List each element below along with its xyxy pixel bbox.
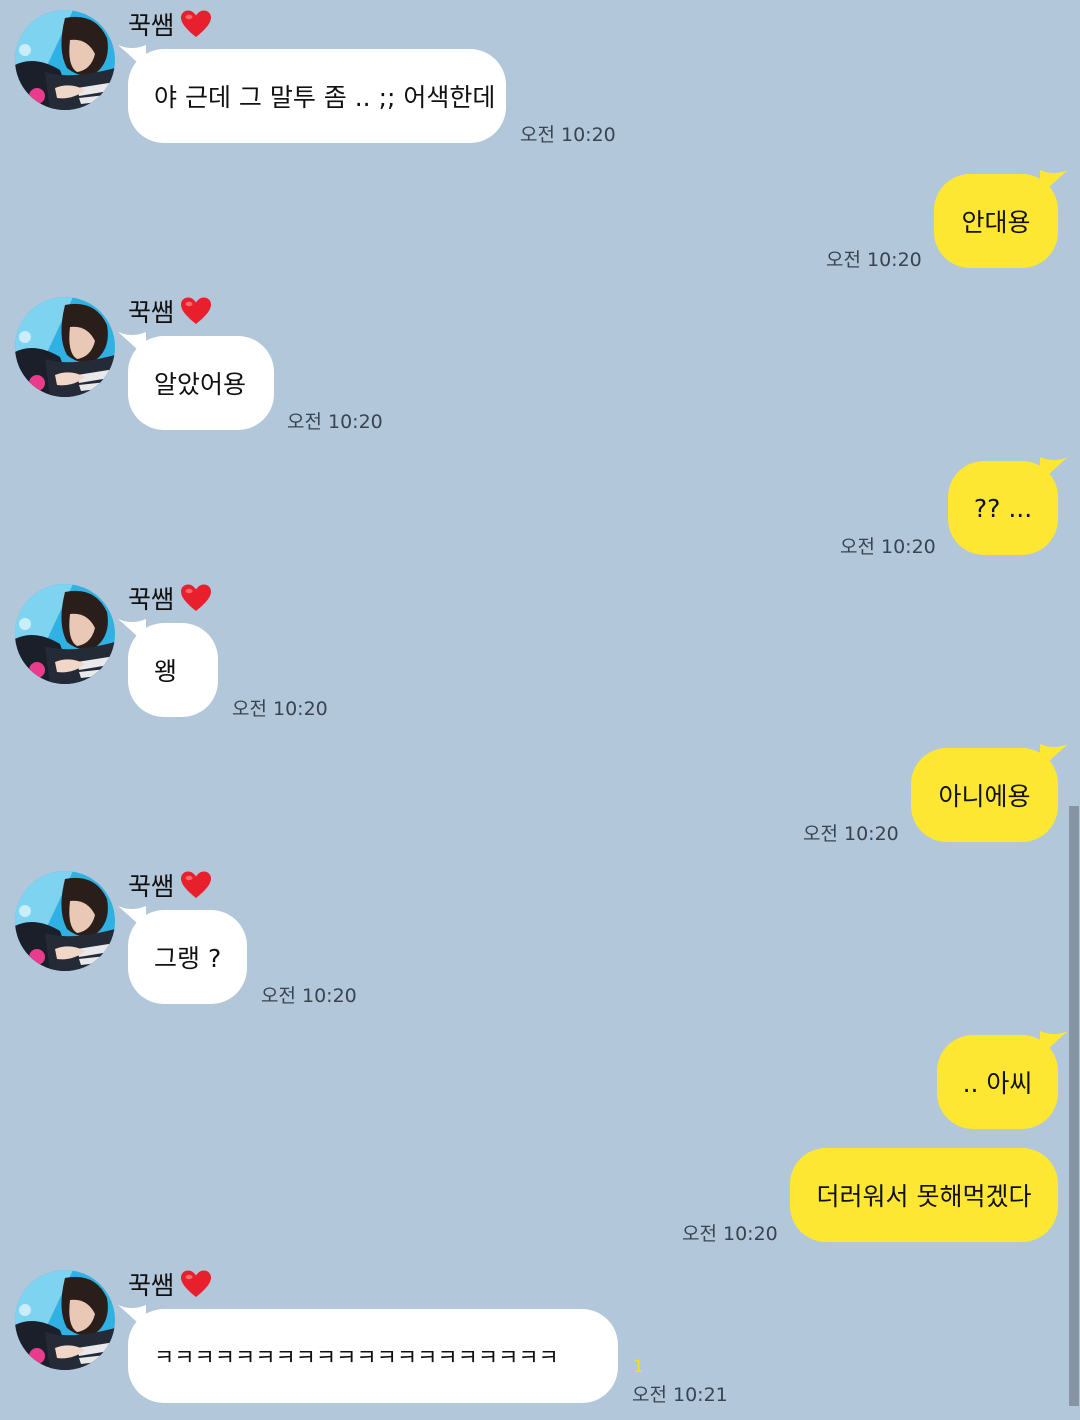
message-timestamp: 오전 10:20 (232, 698, 328, 720)
avatar-photo-icon (15, 871, 115, 971)
outgoing-message-bubble[interactable]: 더러워서 못해먹겠다 (790, 1148, 1058, 1242)
heart-icon (180, 9, 212, 39)
bubble-tail (118, 617, 146, 645)
sender-name-row: 꾹쌤 (128, 580, 212, 616)
incoming-message-bubble[interactable]: 그랭 ? (128, 910, 247, 1004)
sender-name: 꾹쌤 (128, 1271, 175, 1300)
message-timestamp: 오전 10:20 (803, 823, 899, 845)
message-text: 더러워서 못해먹겠다 (816, 1182, 1032, 1211)
message-timestamp: 오전 10:20 (520, 124, 616, 146)
sender-avatar[interactable] (15, 297, 115, 397)
incoming-message-bubble[interactable]: 알았어용 (128, 336, 274, 430)
incoming-message-bubble[interactable]: 왱 (128, 623, 218, 717)
message-text: 왱 (154, 657, 178, 686)
message-timestamp: 오전 10:21 (632, 1384, 728, 1406)
sender-name-row: 꾹쌤 (128, 867, 212, 903)
outgoing-message-bubble[interactable]: 안대용 (934, 174, 1058, 268)
sender-avatar[interactable] (15, 10, 115, 110)
message-text: 그랭 ? (154, 944, 222, 973)
sender-name: 꾹쌤 (128, 298, 175, 327)
heart-icon (180, 1269, 212, 1299)
message-text: 알았어용 (154, 370, 247, 399)
avatar-photo-icon (15, 1270, 115, 1370)
scrollbar[interactable] (1069, 806, 1079, 1406)
message-timestamp: 오전 10:20 (261, 985, 357, 1007)
bubble-tail (1040, 168, 1068, 196)
avatar-photo-icon (15, 10, 115, 110)
bubble-tail (1040, 742, 1068, 770)
sender-name: 꾹쌤 (128, 872, 175, 901)
sender-name: 꾹쌤 (128, 585, 175, 614)
heart-icon (180, 870, 212, 900)
outgoing-message-bubble[interactable]: .. 아씨 (937, 1035, 1058, 1129)
avatar-photo-icon (15, 584, 115, 684)
message-text: ?? ... (973, 493, 1033, 523)
sender-name-row: 꾹쌤 (128, 1266, 212, 1302)
bubble-tail (118, 1303, 146, 1331)
sender-name-row: 꾹쌤 (128, 6, 212, 42)
message-timestamp: 오전 10:20 (682, 1223, 778, 1245)
sender-avatar[interactable] (15, 1270, 115, 1370)
sender-name: 꾹쌤 (128, 11, 175, 40)
sender-avatar[interactable] (15, 584, 115, 684)
bubble-tail (1040, 455, 1068, 483)
message-text: .. 아씨 (962, 1069, 1033, 1098)
outgoing-message-bubble[interactable]: ?? ... (948, 461, 1058, 555)
heart-icon (180, 583, 212, 613)
bubble-tail (118, 43, 146, 71)
message-timestamp: 오전 10:20 (826, 249, 922, 271)
message-text: 아니에용 (938, 782, 1031, 811)
bubble-tail (118, 330, 146, 358)
message-text: 안대용 (961, 208, 1031, 237)
sender-avatar[interactable] (15, 871, 115, 971)
sender-name-row: 꾹쌤 (128, 293, 212, 329)
bubble-tail (1040, 1029, 1068, 1057)
incoming-message-bubble[interactable]: 야 근데 그 말투 좀 .. ;; 어색한데 (128, 49, 506, 143)
message-text: ㅋㅋㅋㅋㅋㅋㅋㅋㅋㅋㅋㅋㅋㅋㅋㅋㅋㅋㅋㅋ (154, 1346, 559, 1371)
avatar-photo-icon (15, 297, 115, 397)
message-timestamp: 오전 10:20 (840, 536, 936, 558)
unread-count: 1 (633, 1357, 644, 1377)
message-timestamp: 오전 10:20 (287, 411, 383, 433)
bubble-tail (118, 904, 146, 932)
message-text: 야 근데 그 말투 좀 .. ;; 어색한데 (154, 83, 496, 112)
heart-icon (180, 296, 212, 326)
outgoing-message-bubble[interactable]: 아니에용 (911, 748, 1058, 842)
incoming-message-bubble[interactable]: ㅋㅋㅋㅋㅋㅋㅋㅋㅋㅋㅋㅋㅋㅋㅋㅋㅋㅋㅋㅋ (128, 1309, 618, 1403)
